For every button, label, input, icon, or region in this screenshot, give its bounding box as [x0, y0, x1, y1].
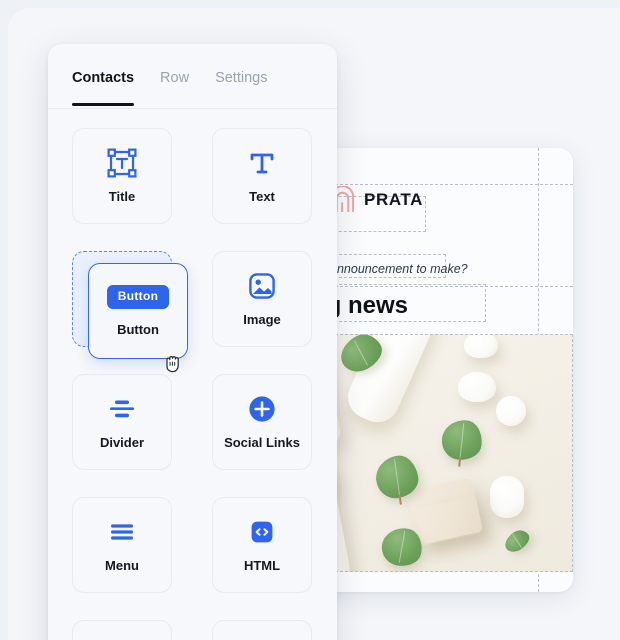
screen: PRATA Have an announcement to make? Our …	[0, 0, 620, 640]
tool-card-label: Button	[117, 321, 159, 337]
tool-card-label: HTML	[243, 558, 281, 573]
tool-card-label: Title	[108, 189, 136, 204]
button-chip-icon: Button	[106, 285, 170, 309]
tab-settings[interactable]: Settings	[215, 70, 267, 105]
title-frame-icon	[107, 148, 137, 178]
tab-contacts[interactable]: Contacts	[72, 70, 135, 106]
serif-t-icon	[247, 148, 277, 178]
brand-logo[interactable]: PRATA	[322, 180, 431, 219]
tool-card-label: Divider	[99, 435, 145, 450]
tool-card-label: Text	[249, 189, 275, 204]
divider-icon	[107, 394, 137, 424]
grabbing-hand-cursor	[166, 356, 179, 373]
tool-card-next-right[interactable]	[212, 620, 312, 640]
tool-grid: Title Text Button Button Image Divider S…	[48, 109, 337, 640]
image-icon	[247, 271, 277, 301]
tool-card-title[interactable]: Title	[72, 128, 172, 224]
tab-row[interactable]: Row	[160, 70, 189, 105]
contacts-tools-panel: Contacts Row Settings Title Text Button …	[48, 44, 337, 640]
tool-card-menu[interactable]: Menu	[72, 497, 172, 593]
hamburger-menu-icon	[107, 517, 137, 547]
tool-card-label: Social Links	[224, 435, 300, 450]
tool-card-button-slot[interactable]: Button Button	[72, 251, 188, 373]
tool-card-image[interactable]: Image	[212, 251, 312, 347]
panel-tabs: Contacts Row Settings	[48, 44, 337, 109]
tool-card-social-links[interactable]: Social Links	[212, 374, 312, 470]
tool-card-html[interactable]: HTML	[212, 497, 312, 593]
brand-logo-text: PRATA	[364, 190, 424, 209]
tool-card-divider[interactable]: Divider	[72, 374, 172, 470]
tool-card-label: Image	[243, 312, 281, 327]
tool-card-label: Menu	[105, 558, 139, 573]
code-brackets-icon	[247, 517, 277, 547]
dragged-button-card[interactable]: Button Button	[88, 263, 188, 359]
plus-circle-icon	[247, 394, 277, 424]
tool-card-next-left[interactable]	[72, 620, 172, 640]
tool-card-text[interactable]: Text	[212, 128, 312, 224]
